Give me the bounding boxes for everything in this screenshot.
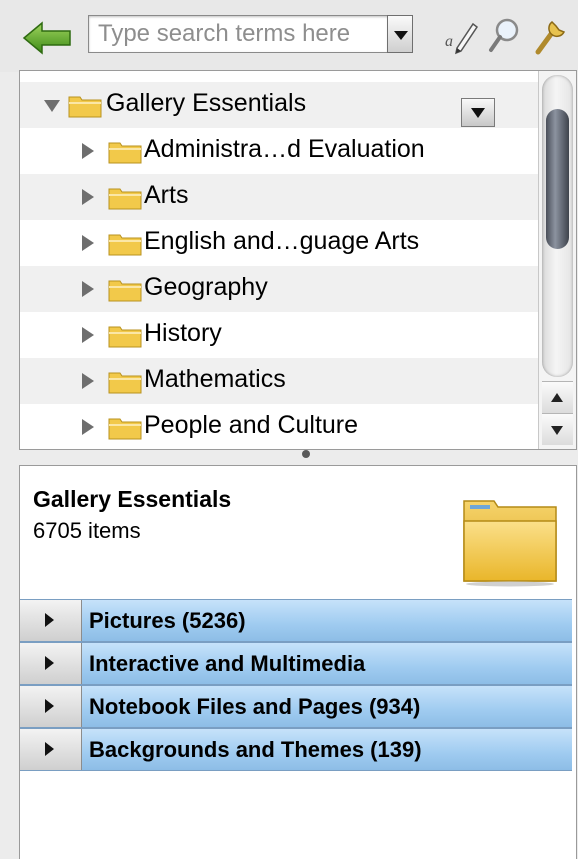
tree-item-label: Mathematics [144, 365, 286, 393]
folder-icon [68, 96, 102, 118]
tree-item-label: People and Culture [144, 411, 359, 439]
expand-triangle-icon[interactable] [82, 327, 94, 343]
tree-item-arts[interactable]: Arts [20, 174, 538, 220]
large-folder-icon [463, 500, 557, 587]
category-interactive-multimedia[interactable]: Interactive and Multimedia [20, 642, 572, 685]
tree-item-history[interactable]: History [20, 312, 538, 358]
expand-triangle-icon[interactable] [82, 373, 94, 389]
category-notebook-files[interactable]: Notebook Files and Pages (934) [20, 685, 572, 728]
expand-triangle-icon[interactable] [82, 419, 94, 435]
collapse-triangle-icon[interactable] [44, 100, 60, 112]
scroll-down-arrow-icon[interactable] [542, 413, 573, 445]
tree-item-label: English and…guage Arts [144, 227, 420, 255]
expand-triangle-icon[interactable] [82, 281, 94, 297]
search-dropdown-button[interactable] [387, 15, 413, 53]
expand-triangle-icon[interactable] [20, 643, 82, 684]
selected-folder-title: Gallery Essentials [33, 486, 232, 512]
expand-triangle-icon[interactable] [20, 600, 82, 641]
folder-icon [108, 326, 142, 348]
tree-item-people-and-culture[interactable]: People and Culture [20, 404, 538, 449]
tree-item-english[interactable]: English and…guage Arts [20, 220, 538, 266]
category-pictures[interactable]: Pictures (5236) [20, 599, 572, 642]
tree-item-label: Arts [144, 181, 189, 209]
category-label: Pictures (5236) [89, 608, 246, 633]
search-input[interactable] [89, 17, 390, 51]
tree-row-partial [20, 71, 538, 77]
folder-icon [108, 280, 142, 302]
folder-icon [108, 234, 142, 256]
tree-item-label: Geography [144, 273, 268, 301]
item-count: 6705 items [33, 518, 141, 543]
expand-triangle-icon[interactable] [82, 235, 94, 251]
folder-icon [108, 418, 142, 440]
back-arrow-icon[interactable] [22, 21, 72, 55]
expand-triangle-icon[interactable] [82, 189, 94, 205]
folder-icon [108, 372, 142, 394]
splitter-grip-icon[interactable] [302, 450, 310, 458]
panel-splitter[interactable] [19, 450, 577, 466]
wrench-icon[interactable] [532, 16, 568, 56]
tree-item-label: Gallery Essentials [106, 89, 307, 117]
tree-item-label: History [144, 319, 222, 347]
tree-dropdown-button[interactable] [461, 98, 495, 127]
expand-triangle-icon[interactable] [20, 686, 82, 727]
svg-text:a: a [445, 33, 453, 50]
tree-item-gallery-essentials[interactable]: Gallery Essentials [20, 82, 538, 128]
info-panel: Gallery Essentials 6705 items Pictures (… [19, 465, 577, 859]
search-box [88, 15, 390, 53]
category-label: Backgrounds and Themes (139) [89, 737, 422, 762]
folder-icon [108, 188, 142, 210]
folder-icon [108, 142, 142, 164]
gallery-tree[interactable]: Gallery Essentials Administra…d Evaluati… [19, 70, 577, 450]
tree-scrollbar[interactable] [538, 71, 576, 449]
scroll-thumb[interactable] [546, 109, 569, 249]
properties-pencil-icon[interactable]: a [443, 16, 479, 56]
category-label: Notebook Files and Pages (934) [89, 694, 421, 719]
toolbar: a [0, 0, 578, 72]
tree-item-administration[interactable]: Administra…d Evaluation [20, 128, 538, 174]
search-magnifier-icon[interactable] [487, 16, 523, 56]
expand-triangle-icon[interactable] [20, 729, 82, 770]
tree-item-mathematics[interactable]: Mathematics [20, 358, 538, 404]
scroll-up-arrow-icon[interactable] [542, 381, 573, 413]
tree-item-geography[interactable]: Geography [20, 266, 538, 312]
expand-triangle-icon[interactable] [82, 143, 94, 159]
tree-item-label: Administra…d Evaluation [144, 135, 425, 163]
category-backgrounds-themes[interactable]: Backgrounds and Themes (139) [20, 728, 572, 771]
category-label: Interactive and Multimedia [89, 651, 366, 676]
